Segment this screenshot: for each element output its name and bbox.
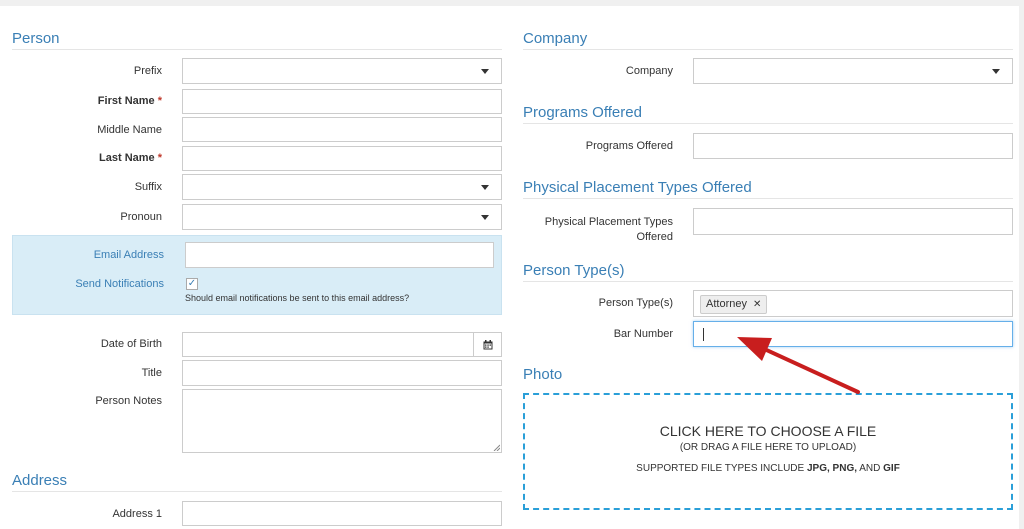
- address1-label: Address 1: [112, 508, 162, 520]
- middle-name-label: Middle Name: [97, 124, 162, 136]
- calendar-button[interactable]: [473, 332, 502, 357]
- middle-name-field[interactable]: [182, 117, 502, 142]
- caret-down-icon: [481, 69, 489, 74]
- drop-zone-main-text: CLICK HERE TO CHOOSE A FILE: [659, 423, 877, 439]
- last-name-label: Last Name *: [99, 152, 162, 164]
- pronoun-select[interactable]: [182, 204, 502, 230]
- title-label: Title: [141, 367, 162, 379]
- caret-down-icon: [992, 69, 1000, 74]
- placement-types-label: Physical Placement Types Offered: [544, 216, 673, 243]
- section-title-person: Person: [12, 30, 502, 50]
- prefix-label: Prefix: [133, 65, 162, 77]
- person-notes-textarea[interactable]: [182, 389, 502, 453]
- section-title-placement: Physical Placement Types Offered: [523, 179, 1013, 199]
- section-title-company: Company: [523, 30, 1013, 50]
- person-type-tag: Attorney ✕: [700, 295, 768, 314]
- programs-offered-label: Programs Offered: [585, 140, 673, 152]
- tag-remove-icon[interactable]: ✕: [753, 299, 761, 310]
- first-name-label: First Name *: [97, 95, 162, 107]
- drop-zone-sub-text: (OR DRAG A FILE HERE TO UPLOAD): [679, 442, 857, 453]
- prefix-select[interactable]: [182, 58, 502, 84]
- send-notifications-label: Send Notifications: [75, 278, 164, 290]
- email-field[interactable]: [185, 242, 494, 268]
- first-name-field[interactable]: [182, 89, 502, 114]
- suffix-label: Suffix: [134, 181, 162, 193]
- resize-handle-icon[interactable]: [493, 444, 500, 451]
- email-label: Email Address: [93, 249, 164, 261]
- last-name-field[interactable]: [182, 146, 502, 171]
- calendar-icon: [483, 340, 493, 350]
- bar-number-label: Bar Number: [613, 328, 673, 340]
- supported-types-text: SUPPORTED FILE TYPES INCLUDE JPG, PNG, A…: [636, 463, 900, 474]
- person-types-label: Person Type(s): [598, 297, 673, 309]
- pronoun-label: Pronoun: [120, 211, 162, 223]
- company-select[interactable]: [693, 58, 1013, 84]
- section-title-person-types: Person Type(s): [523, 262, 1013, 282]
- required-marker: *: [157, 152, 162, 164]
- company-label: Company: [625, 65, 673, 77]
- address1-field[interactable]: [182, 501, 502, 526]
- title-field[interactable]: [182, 360, 502, 386]
- person-notes-label: Person Notes: [95, 395, 162, 407]
- dob-label: Date of Birth: [100, 338, 162, 350]
- text-cursor: [703, 328, 704, 341]
- caret-down-icon: [481, 185, 489, 190]
- dob-field[interactable]: [182, 332, 474, 357]
- photo-drop-zone[interactable]: CLICK HERE TO CHOOSE A FILE (OR DRAG A F…: [523, 393, 1013, 510]
- required-marker: *: [157, 95, 162, 107]
- bar-number-field[interactable]: [693, 321, 1013, 347]
- suffix-select[interactable]: [182, 174, 502, 200]
- caret-down-icon: [481, 215, 489, 220]
- send-notifications-checkbox[interactable]: ✓: [186, 278, 198, 290]
- section-title-address: Address: [12, 472, 502, 492]
- notifications-hint: Should email notifications be sent to th…: [185, 293, 410, 303]
- programs-offered-field[interactable]: [693, 133, 1013, 159]
- placement-types-field[interactable]: [693, 208, 1013, 235]
- section-title-photo: Photo: [523, 366, 563, 383]
- section-title-programs: Programs Offered: [523, 104, 1013, 124]
